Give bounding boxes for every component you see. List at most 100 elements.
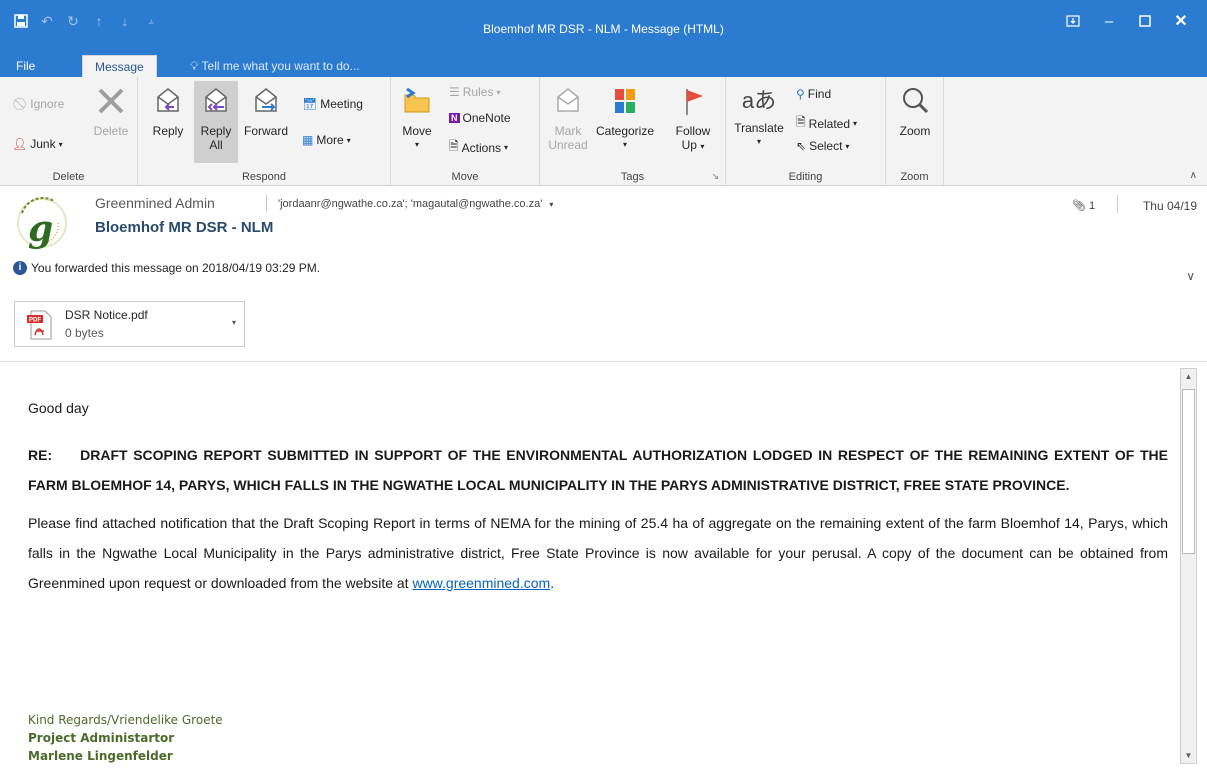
ribbon-tab-row: File Message 💡︎ Tell me what you want to… <box>0 55 1207 77</box>
signature-role: Project Administartor <box>28 731 175 745</box>
header-divider <box>266 195 267 211</box>
attachment-card[interactable]: PDF DSR Notice.pdf 0 bytes ▾ <box>14 301 245 347</box>
reply-button[interactable]: Reply <box>148 85 188 138</box>
message-body: Good day RE: DRAFT SCOPING REPORT SUBMITT… <box>28 400 1168 598</box>
group-editing: aあ Translate ▾ ⚲ Find 🗎︎ Related ▾ ⇖ Sel… <box>726 77 886 186</box>
expand-header-icon[interactable]: ∨ <box>1186 269 1195 283</box>
maximize-icon[interactable] <box>1127 8 1163 34</box>
attachment-menu-chevron-icon[interactable]: ▾ <box>232 318 236 327</box>
group-label-delete: Delete <box>52 171 85 183</box>
chevron-down-icon: ▾ <box>414 140 419 149</box>
message-header: g Greenmined Admin 'jordaanr@ngwathe.co.… <box>0 187 1207 293</box>
svg-text:g: g <box>28 208 53 250</box>
vertical-scrollbar[interactable]: ▲ ▼ <box>1180 368 1197 764</box>
mark-unread-button[interactable]: Mark Unread <box>548 85 588 152</box>
website-link[interactable]: www.greenmined.com <box>412 575 550 591</box>
attachment-size: 0 bytes <box>65 326 104 340</box>
flag-icon <box>686 89 703 115</box>
window-title: Bloemhof MR DSR - NLM - Message (HTML) <box>483 22 724 36</box>
lightbulb-icon: 💡︎ <box>190 59 199 73</box>
chevron-down-icon: ▾ <box>58 139 63 149</box>
follow-up-button[interactable]: Follow Up ▾ <box>670 85 716 154</box>
onenote-button[interactable]: N OneNote <box>449 111 511 125</box>
tell-me-search[interactable]: 💡︎ Tell me what you want to do... <box>190 55 360 77</box>
pdf-file-icon: PDF <box>25 309 53 341</box>
related-icon: 🗎︎ <box>796 115 806 129</box>
more-respond-button[interactable]: ▦ More ▾ <box>302 133 351 147</box>
group-label-zoom: Zoom <box>900 171 929 183</box>
ignore-icon: 🚫︎ <box>12 97 28 111</box>
group-respond: Reply Reply All Forward 📅︎ Meeting ▦ Mor… <box>138 77 391 186</box>
signature-name: Marlene Lingenfelder <box>28 749 173 763</box>
categorize-button[interactable]: Categorize ▾ <box>592 85 658 152</box>
ribbon-display-options-icon[interactable] <box>1055 8 1091 34</box>
meeting-button[interactable]: 📅︎ Meeting <box>302 97 363 111</box>
delete-button[interactable]: Delete <box>90 85 132 138</box>
search-icon: ⚲ <box>796 87 805 101</box>
ribbon: 🚫︎ Ignore 👤︎ Junk ▾ Delete Delete Reply … <box>0 77 1207 186</box>
categorize-icon <box>615 89 635 113</box>
group-label-move: Move <box>451 171 479 183</box>
recipients-field[interactable]: 'jordaanr@ngwathe.co.za'; 'magautal@ngwa… <box>278 198 553 210</box>
re-line: RE: DRAFT SCOPING REPORT SUBMITTED IN SUP… <box>28 440 1168 500</box>
junk-button[interactable]: 👤︎ Junk ▾ <box>12 137 63 151</box>
close-icon[interactable]: ✕ <box>1163 8 1199 34</box>
window-controls: – ✕ <box>1055 8 1199 34</box>
collapse-ribbon-icon[interactable]: ∧ <box>1190 170 1197 181</box>
select-button[interactable]: ⇖ Select ▾ <box>796 139 849 153</box>
chevron-down-icon: ▾ <box>496 87 501 97</box>
dialog-launcher-icon[interactable]: ↘ <box>711 171 719 182</box>
cursor-icon: ⇖ <box>796 139 807 153</box>
rules-icon: ☰ <box>449 85 460 99</box>
group-tags: Mark Unread Categorize ▾ Follow Up ▾ Tag… <box>540 77 726 186</box>
group-zoom: Zoom Zoom <box>886 77 944 186</box>
minimize-icon[interactable]: – <box>1091 8 1127 34</box>
chevron-down-icon: ▾ <box>845 141 850 151</box>
translate-icon: aあ <box>741 88 777 113</box>
forward-button[interactable]: Forward <box>242 85 290 138</box>
greenmined-logo-icon: g <box>17 196 67 250</box>
tab-message[interactable]: Message <box>82 55 157 77</box>
actions-icon: 🗎︎ <box>449 139 459 153</box>
move-folder-icon <box>404 87 430 113</box>
zoom-button[interactable]: Zoom <box>894 85 936 138</box>
scroll-down-icon[interactable]: ▼ <box>1181 748 1196 763</box>
ignore-button[interactable]: 🚫︎ Ignore <box>12 97 64 111</box>
sender-name[interactable]: Greenmined Admin <box>95 195 215 211</box>
sender-avatar: g <box>14 195 70 251</box>
translate-button[interactable]: aあ Translate ▾ <box>732 85 786 149</box>
body-paragraph-text: Please find attached notification that t… <box>28 515 1168 591</box>
more-respond-icon: ▦ <box>302 133 314 147</box>
chevron-down-icon: ▾ <box>756 137 761 146</box>
rules-button[interactable]: ☰ Rules ▾ <box>449 85 500 99</box>
header-date-divider <box>1117 195 1118 213</box>
svg-text:PDF: PDF <box>29 318 41 324</box>
attachment-name: DSR Notice.pdf <box>65 308 148 322</box>
body-divider <box>0 361 1207 362</box>
reply-all-icon <box>205 88 227 112</box>
related-button[interactable]: 🗎︎ Related ▾ <box>796 113 857 134</box>
forward-infobar: i You forwarded this message on 2018/04/… <box>13 261 320 275</box>
chevron-down-icon: ▾ <box>504 143 509 152</box>
chevron-down-icon: ▾ <box>622 140 627 149</box>
reply-icon <box>157 88 179 112</box>
group-move: Move ▾ ☰ Rules ▾ N OneNote 🗎︎ Actions ▾ … <box>391 77 540 186</box>
greeting: Good day <box>28 400 89 416</box>
body-period: . <box>550 575 555 591</box>
chevron-down-icon: ▾ <box>853 119 858 128</box>
attachment-indicator: 📎︎ 1 <box>1072 200 1096 212</box>
message-date: Thu 04/19 <box>1142 199 1197 213</box>
re-text: DRAFT SCOPING REPORT SUBMITTED IN SUPPOR… <box>28 447 1168 493</box>
move-button[interactable]: Move ▾ <box>399 85 435 152</box>
reply-all-button[interactable]: Reply All <box>194 81 238 163</box>
tab-file[interactable]: File <box>4 55 47 77</box>
scroll-up-icon[interactable]: ▲ <box>1181 369 1196 384</box>
scrollbar-thumb[interactable] <box>1182 389 1195 554</box>
paperclip-icon: 📎︎ <box>1072 200 1086 212</box>
tell-me-placeholder: Tell me what you want to do... <box>201 59 360 73</box>
junk-icon: 👤︎ <box>12 137 28 151</box>
find-button[interactable]: ⚲ Find <box>796 87 831 101</box>
zoom-icon <box>903 88 929 114</box>
actions-button[interactable]: 🗎︎ Actions ▾ <box>449 137 508 158</box>
message-subject: Bloemhof MR DSR - NLM <box>95 219 274 236</box>
